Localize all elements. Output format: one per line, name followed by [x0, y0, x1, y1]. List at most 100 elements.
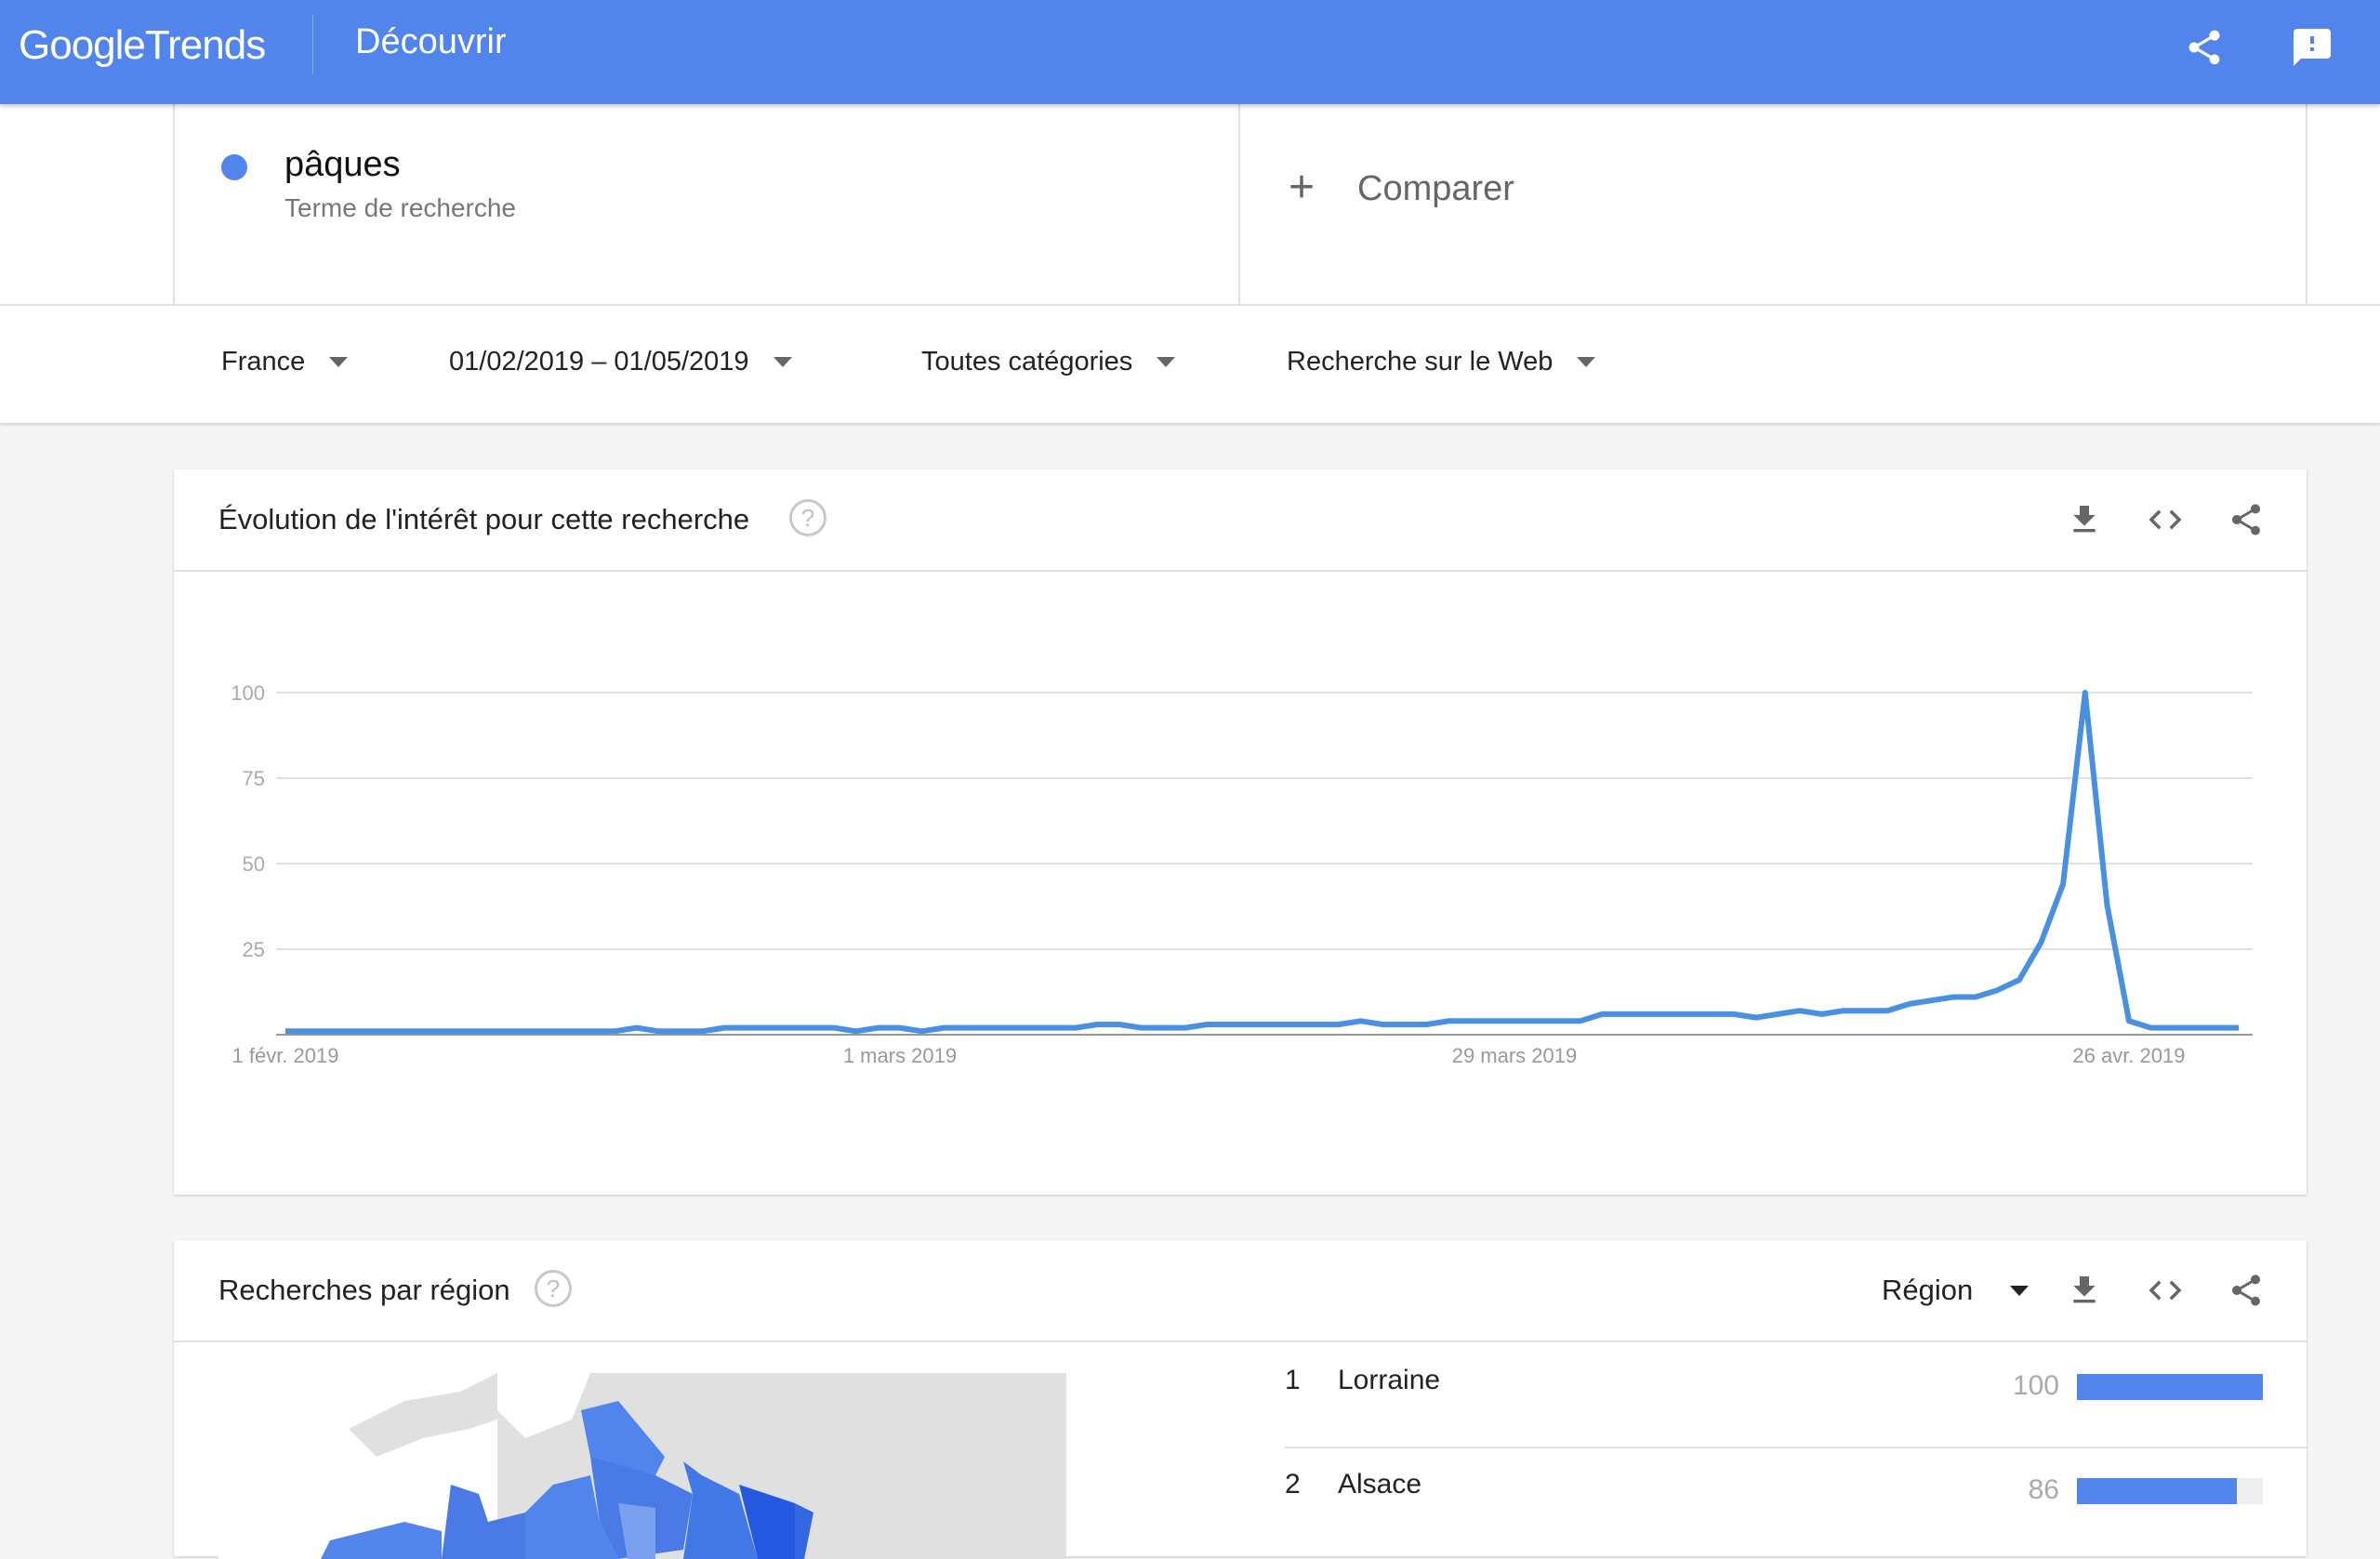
share-chart-button[interactable]: [2224, 497, 2268, 542]
interest-over-time-card: Évolution de l'intérêt pour cette recher…: [174, 469, 2307, 1195]
region-list-item[interactable]: 2 Alsace 86: [1285, 1447, 2307, 1549]
data-point: [2060, 881, 2066, 887]
y-tick-label: 25: [243, 938, 265, 961]
data-point: [2126, 1018, 2132, 1024]
data-point: [415, 1028, 420, 1034]
region-rank: 2: [1285, 1469, 1301, 1500]
data-point: [1863, 1008, 1869, 1013]
data-point: [1358, 1018, 1364, 1024]
interest-card-title: Évolution de l'intérêt pour cette recher…: [218, 503, 750, 535]
download-icon: [2073, 1276, 2096, 1303]
data-point: [1226, 1022, 1232, 1027]
data-point: [1468, 1018, 1474, 1024]
data-point: [1731, 1011, 1737, 1017]
google-trends-logo[interactable]: GoogleTrends: [19, 22, 266, 69]
data-point: [941, 1025, 946, 1031]
help-icon[interactable]: ?: [789, 499, 826, 536]
search-terms-strip: pâques Terme de recherche + Comparer: [0, 104, 2380, 304]
region-value: 100: [2012, 1370, 2059, 1401]
data-point: [1709, 1011, 1714, 1017]
data-point: [810, 1025, 815, 1031]
data-point: [1073, 1025, 1078, 1031]
download-button[interactable]: [2062, 497, 2107, 542]
data-point: [919, 1028, 925, 1034]
search-term-card[interactable]: pâques Terme de recherche: [173, 104, 1240, 304]
data-point: [546, 1028, 551, 1034]
share-icon: [2232, 504, 2260, 535]
data-point: [1555, 1018, 1561, 1024]
data-point: [1994, 987, 2000, 993]
data-point: [787, 1025, 793, 1031]
data-point: [2149, 1025, 2154, 1031]
interest-line-chart: 100 75 50 25 1 févr. 2019 1 mars 2019 29 mars…: [231, 681, 2253, 1067]
region-rank: 1: [1285, 1365, 1301, 1395]
y-tick-label: 50: [243, 852, 265, 876]
data-point: [2082, 690, 2088, 695]
y-tick-label: 75: [243, 767, 265, 790]
term-color-dot: [221, 154, 247, 180]
data-point: [370, 1028, 376, 1034]
data-point: [985, 1025, 990, 1031]
data-point: [1621, 1011, 1627, 1017]
search-type-dropdown[interactable]: Recherche sur le Web: [1287, 347, 1596, 377]
data-point: [1797, 1008, 1803, 1013]
embed-icon: [2149, 1280, 2182, 1301]
data-point: [2039, 940, 2044, 945]
data-point: [1599, 1011, 1605, 1017]
share-region-button[interactable]: [2224, 1268, 2268, 1313]
data-point: [1117, 1022, 1122, 1027]
data-point: [1183, 1025, 1188, 1031]
data-point: [1292, 1022, 1298, 1027]
download-icon: [2073, 506, 2096, 533]
data-point: [1402, 1022, 1408, 1027]
search-term-name[interactable]: pâques: [284, 145, 401, 185]
data-point: [1665, 1011, 1671, 1017]
date-range-dropdown[interactable]: 01/02/2019 – 01/05/2019: [449, 347, 792, 377]
region-filter-dropdown[interactable]: France: [221, 347, 349, 377]
download-button[interactable]: [2062, 1268, 2107, 1313]
data-point: [2104, 902, 2109, 907]
embed-icon: [2149, 509, 2182, 530]
filter-bar: France 01/02/2019 – 01/05/2019 Toutes ca…: [0, 304, 2380, 423]
data-point: [2192, 1025, 2198, 1031]
x-tick-label: 29 mars 2019: [1452, 1044, 1578, 1067]
region-resolution-label: Région: [1882, 1274, 1974, 1306]
share-button[interactable]: [2179, 22, 2229, 73]
embed-button[interactable]: [2143, 497, 2188, 542]
feedback-button[interactable]: [2287, 22, 2337, 73]
region-list-item[interactable]: 1 Lorraine 100: [1285, 1342, 2307, 1445]
help-icon[interactable]: ?: [535, 1270, 572, 1307]
y-tick-label: 100: [231, 681, 265, 705]
data-point: [678, 1028, 683, 1034]
data-point: [1753, 1015, 1759, 1021]
data-point: [1139, 1025, 1144, 1031]
caret-down-icon: [2010, 1285, 2030, 1296]
caret-down-icon: [773, 357, 792, 367]
share-icon: [2232, 1275, 2260, 1306]
data-point: [480, 1028, 485, 1034]
region-card-header: Recherches par région ? Région: [174, 1240, 2307, 1342]
data-point: [721, 1025, 727, 1031]
region-map[interactable]: [218, 1373, 1066, 1559]
region-bar-track: [2077, 1478, 2263, 1504]
region-resolution-dropdown[interactable]: Région: [1882, 1274, 2030, 1307]
region-filter-label: France: [221, 347, 306, 377]
data-point: [2016, 977, 2022, 983]
plus-icon: +: [1289, 163, 1316, 212]
data-point: [853, 1028, 859, 1034]
data-point: [1007, 1025, 1012, 1031]
data-point: [305, 1028, 311, 1034]
share-icon: [2188, 30, 2220, 65]
data-point: [1534, 1018, 1540, 1024]
data-point: [1489, 1018, 1495, 1024]
caret-down-icon: [1157, 357, 1176, 367]
data-point: [1973, 995, 1978, 1000]
data-point: [1094, 1022, 1100, 1027]
data-point: [1380, 1022, 1385, 1027]
category-dropdown[interactable]: Toutes catégories: [921, 347, 1176, 377]
embed-button[interactable]: [2143, 1268, 2188, 1313]
date-range-label: 01/02/2019 – 01/05/2019: [449, 347, 749, 377]
data-point: [1687, 1011, 1693, 1017]
compare-button[interactable]: + Comparer: [1240, 104, 2307, 304]
data-point: [700, 1028, 706, 1034]
